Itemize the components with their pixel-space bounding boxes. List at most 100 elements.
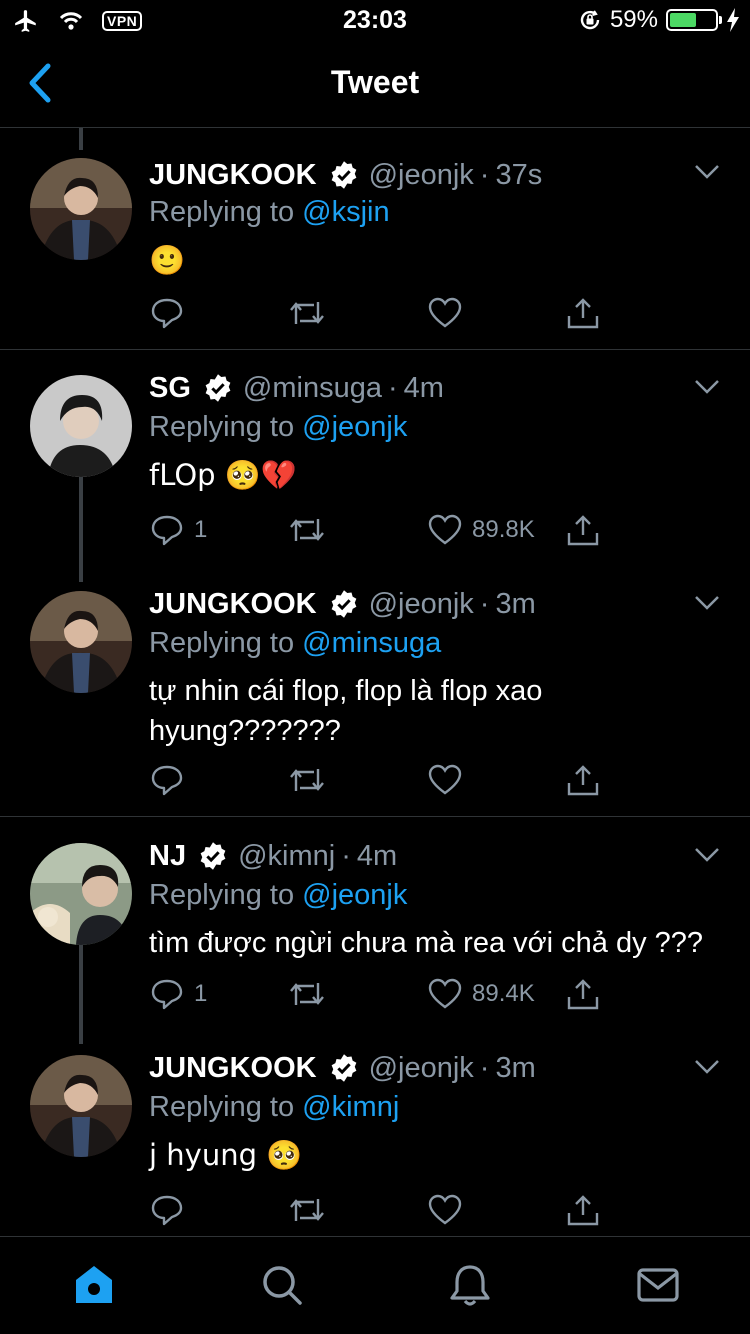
reply-button[interactable] xyxy=(150,763,194,797)
chevron-down-icon[interactable] xyxy=(694,847,720,863)
replying-label: Replying to xyxy=(149,627,295,659)
battery-icon xyxy=(666,9,722,31)
tweet-actions: 1 89.4K xyxy=(150,977,610,1013)
replying-label: Replying to xyxy=(149,196,295,228)
display-name[interactable]: SG xyxy=(149,372,191,405)
tweet-header: JUNGKOOK @jeonjk · 3m xyxy=(149,587,536,621)
share-icon xyxy=(567,1195,599,1226)
tweet-actions: 1 89.8K xyxy=(150,513,610,549)
reply-icon xyxy=(151,298,183,329)
tweet[interactable]: JUNGKOOK @jeonjk · 37s Replying to @ksji… xyxy=(0,150,750,350)
share-button[interactable] xyxy=(566,296,600,330)
retweet-button[interactable] xyxy=(288,977,326,1011)
tweet-text-content: fLOp 🥺💔 xyxy=(149,458,298,492)
handle[interactable]: @jeonjk xyxy=(369,159,474,192)
reply-button[interactable] xyxy=(150,296,194,330)
heart-icon xyxy=(428,764,462,795)
share-icon xyxy=(567,765,599,796)
timestamp: 3m xyxy=(495,587,536,620)
verified-badge-icon xyxy=(205,374,231,402)
display-name[interactable]: JUNGKOOK xyxy=(149,588,317,621)
replying-label: Replying to xyxy=(149,1091,295,1123)
share-icon xyxy=(567,298,599,329)
chevron-down-icon[interactable] xyxy=(694,164,720,180)
avatar-jungkook[interactable] xyxy=(30,158,132,260)
like-button[interactable] xyxy=(428,1193,472,1227)
avatar-jungkook[interactable] xyxy=(30,591,132,693)
avatar-sg[interactable] xyxy=(30,375,132,477)
rotation-lock-icon xyxy=(580,10,600,30)
reply-button[interactable]: 1 xyxy=(150,977,207,1011)
share-button[interactable] xyxy=(566,513,600,547)
search-icon[interactable] xyxy=(258,1261,306,1309)
like-count: 89.4K xyxy=(472,980,535,1007)
timestamp: 37s xyxy=(495,158,543,191)
share-button[interactable] xyxy=(566,1193,600,1227)
bottom-tab-bar xyxy=(0,1236,750,1334)
home-icon[interactable] xyxy=(70,1261,118,1309)
separator-dot: · xyxy=(387,371,398,404)
like-count: 89.8K xyxy=(472,516,535,543)
mention-link[interactable]: @minsuga xyxy=(302,627,441,659)
retweet-button[interactable] xyxy=(288,1193,326,1227)
reply-button[interactable]: 1 xyxy=(150,513,207,547)
display-name[interactable]: JUNGKOOK xyxy=(149,1052,317,1085)
tweet-header: NJ @kimnj · 4m xyxy=(149,839,397,873)
tweet-actions xyxy=(150,1193,610,1229)
mention-link[interactable]: @jeonjk xyxy=(302,411,407,443)
chevron-down-icon[interactable] xyxy=(694,1059,720,1075)
like-button[interactable]: 89.8K xyxy=(428,513,535,547)
chevron-down-icon[interactable] xyxy=(694,595,720,611)
tweet[interactable]: NJ @kimnj · 4m Replying to @jeonjk tìm đ… xyxy=(0,835,750,1035)
tweet[interactable]: SG @minsuga · 4m Replying to @jeonjk fLO… xyxy=(0,367,750,577)
mention-link[interactable]: @kimnj xyxy=(302,1091,399,1123)
like-button[interactable] xyxy=(428,763,472,797)
reply-button[interactable] xyxy=(150,1193,194,1227)
verified-badge-icon xyxy=(331,1054,356,1082)
reply-icon xyxy=(151,765,183,796)
retweet-icon xyxy=(290,519,324,541)
tweet-text: 🙂 xyxy=(149,240,729,281)
mention-link[interactable]: @jeonjk xyxy=(302,879,407,911)
tweet-actions xyxy=(150,296,610,332)
tweet[interactable]: JUNGKOOK @jeonjk · 3m Replying to @kimnj… xyxy=(0,1047,750,1237)
display-name[interactable]: NJ xyxy=(149,840,186,873)
handle[interactable]: @kimnj xyxy=(238,840,335,873)
chevron-down-icon[interactable] xyxy=(694,379,720,395)
messages-icon[interactable] xyxy=(634,1261,682,1309)
nav-bar: Tweet xyxy=(0,40,750,128)
avatar-nj[interactable] xyxy=(30,843,132,945)
timestamp: 4m xyxy=(403,371,444,404)
status-bar: VPN 23:03 59% xyxy=(0,0,750,40)
retweet-button[interactable] xyxy=(288,763,326,797)
tweet-text: tự nhin cái flop, flop là flop xao hyung… xyxy=(149,675,543,747)
retweet-icon xyxy=(290,1199,324,1221)
separator-dot: · xyxy=(479,158,490,191)
handle[interactable]: @jeonjk xyxy=(369,1052,474,1085)
share-button[interactable] xyxy=(566,977,600,1011)
share-icon xyxy=(567,979,599,1010)
share-icon xyxy=(567,515,599,546)
handle[interactable]: @minsuga xyxy=(243,372,382,405)
battery-fill xyxy=(670,13,696,27)
like-button[interactable] xyxy=(428,296,472,330)
heart-icon xyxy=(428,514,462,545)
heart-icon xyxy=(428,978,462,1009)
display-name[interactable]: JUNGKOOK xyxy=(149,159,317,192)
heart-icon xyxy=(428,1194,462,1225)
tweet[interactable]: JUNGKOOK @jeonjk · 3m Replying to @minsu… xyxy=(0,583,750,817)
replying-to: Replying to @jeonjk xyxy=(149,879,407,912)
notifications-icon[interactable] xyxy=(446,1261,494,1309)
retweet-button[interactable] xyxy=(288,513,326,547)
page-title: Tweet xyxy=(330,64,420,100)
tweet-actions xyxy=(150,763,610,799)
retweet-button[interactable] xyxy=(288,296,326,330)
tweet-text: fLOp 🥺💔 xyxy=(149,455,729,496)
handle[interactable]: @jeonjk xyxy=(369,588,474,621)
separator-dot: · xyxy=(341,839,351,872)
like-button[interactable]: 89.4K xyxy=(428,977,535,1011)
mention-link[interactable]: @ksjin xyxy=(302,196,389,228)
retweet-icon xyxy=(290,983,324,1005)
share-button[interactable] xyxy=(566,763,600,797)
avatar-jungkook[interactable] xyxy=(30,1055,132,1157)
